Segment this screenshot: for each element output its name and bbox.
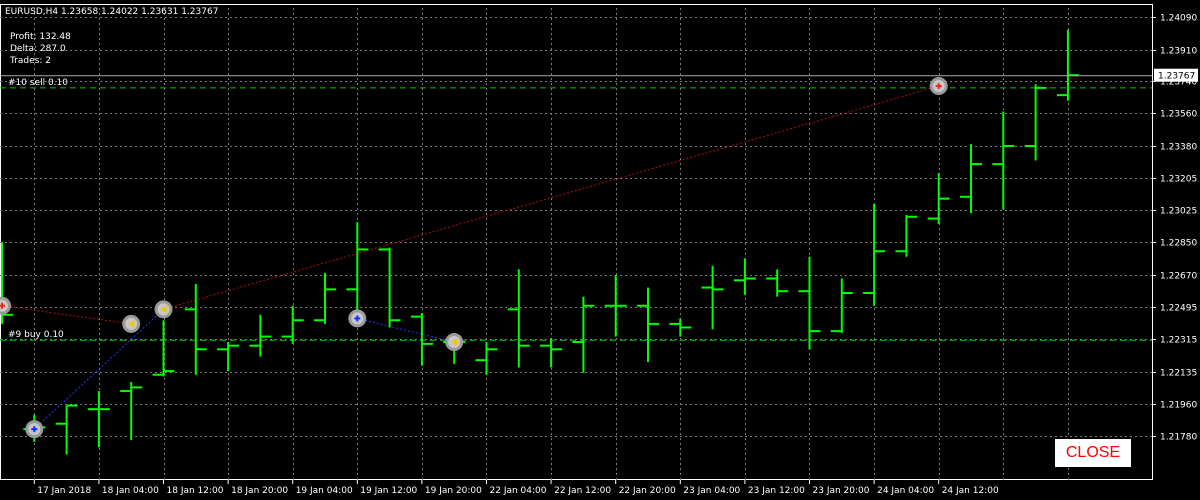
trade-marker-icon[interactable] [25,420,44,439]
y-tick-label: 1.22315 [1160,336,1197,346]
order-lines: #10 sell 0.10 #9 buy 0.10 [0,78,1152,430]
ohlc-bar [960,144,982,214]
y-tick-label: 1.22495 [1160,304,1197,314]
trade-marker-icon[interactable] [348,309,367,328]
price-chart[interactable]: #10 sell 0.10 #9 buy 0.10 1.24090 1.23910 1… [0,0,1200,500]
y-tick-label: 1.23205 [1160,175,1197,185]
ohlc-bar [152,320,175,377]
x-tick-label: 24 Jan 12:00 [942,486,999,496]
trade-line [357,317,455,343]
x-tick-label: 22 Jan 12:00 [554,486,611,496]
ohlc-bar [249,314,272,357]
ohlc-bar [410,312,433,366]
y-tick-label: 1.22135 [1160,369,1197,379]
ohlc-bar [540,338,563,368]
x-tick-label: 22 Jan 20:00 [619,486,676,496]
ohlc-bar [1056,29,1079,101]
ohlc-bar [507,269,530,368]
current-price-label: 1.23767 [1158,72,1195,82]
close-button[interactable]: CLOSE [1054,438,1132,468]
ohlc-bar [346,222,369,310]
ohlc-bar [669,318,692,337]
x-tick-label: 23 Jan 20:00 [813,486,870,496]
trade-line [1,305,132,325]
ohlc-bar [733,258,756,295]
ohlc-bar [314,273,336,324]
ohlc-bar [637,287,659,362]
trades-stat: Trades: 2 [9,56,51,66]
ohlc-bar [55,404,78,455]
ohlc-bar [798,256,821,350]
x-tick-label: 19 Jan 04:00 [296,486,353,496]
y-tick-label: 1.24090 [1160,14,1197,24]
y-tick-label: 1.23560 [1160,110,1197,120]
x-tick-label: 18 Jan 04:00 [102,486,159,496]
x-tick-label: 19 Jan 12:00 [360,486,417,496]
y-tick-label: 1.23380 [1160,143,1197,153]
trade-marker-icon[interactable] [122,314,141,333]
ohlc-bar [378,247,401,328]
trade-markers [0,77,948,439]
x-tick-label: 24 Jan 04:00 [877,486,934,496]
trade-marker-icon[interactable] [0,296,11,315]
trade-marker-icon[interactable] [154,300,173,319]
x-tick-label: 18 Jan 20:00 [231,486,288,496]
ohlc-bar [120,381,143,441]
order-label: #10 sell 0.10 [8,78,68,88]
delta-stat: Delta: 287.0 [10,44,66,54]
ohlc-bar [281,305,304,344]
y-tick-label: 1.23910 [1160,47,1197,57]
x-tick-label: 18 Jan 12:00 [167,486,224,496]
y-tick-label: 1.21780 [1160,433,1197,443]
x-tick-label: 22 Jan 04:00 [490,486,547,496]
trade-marker-icon[interactable] [445,333,464,352]
y-tick-label: 1.22670 [1160,272,1197,282]
trade-marker-icon[interactable] [929,77,948,96]
axes: 1.240901.239101.237401.235601.233801.232… [0,14,1198,496]
x-tick-label: 19 Jan 20:00 [425,486,482,496]
ohlc-bar [475,342,498,375]
ohlc-bar [572,296,595,373]
ohlc-bar [766,269,789,297]
x-tick-label: 23 Jan 12:00 [748,486,805,496]
chart-header: EURUSD,H4 1.23658 1.24022 1.23631 1.2376… [5,7,218,66]
ohlc-bar [217,342,240,372]
profit-stat: Profit: 132.48 [10,32,71,42]
ohlc-bar [830,278,853,333]
chart-window: #10 sell 0.10 #9 buy 0.10 1.24090 1.23910 1… [0,0,1200,500]
y-tick-label: 1.23025 [1160,207,1197,217]
y-tick-label: 1.22850 [1160,239,1197,249]
ohlc-bar [927,173,950,225]
ohlc-bar [1024,84,1047,161]
ohlc-bar [604,274,627,337]
symbol-info: EURUSD,H4 1.23658 1.24022 1.23631 1.2376… [5,7,218,17]
order-label: #9 buy 0.10 [8,330,64,340]
x-tick-label: 17 Jan 2018 [37,486,91,496]
ohlc-bar [863,204,886,306]
y-tick-label: 1.21960 [1160,401,1197,411]
ohlc-bar [992,111,1015,210]
ohlc-bar [895,214,918,257]
ohlc-bar [87,391,110,448]
x-tick-label: 23 Jan 04:00 [683,486,740,496]
